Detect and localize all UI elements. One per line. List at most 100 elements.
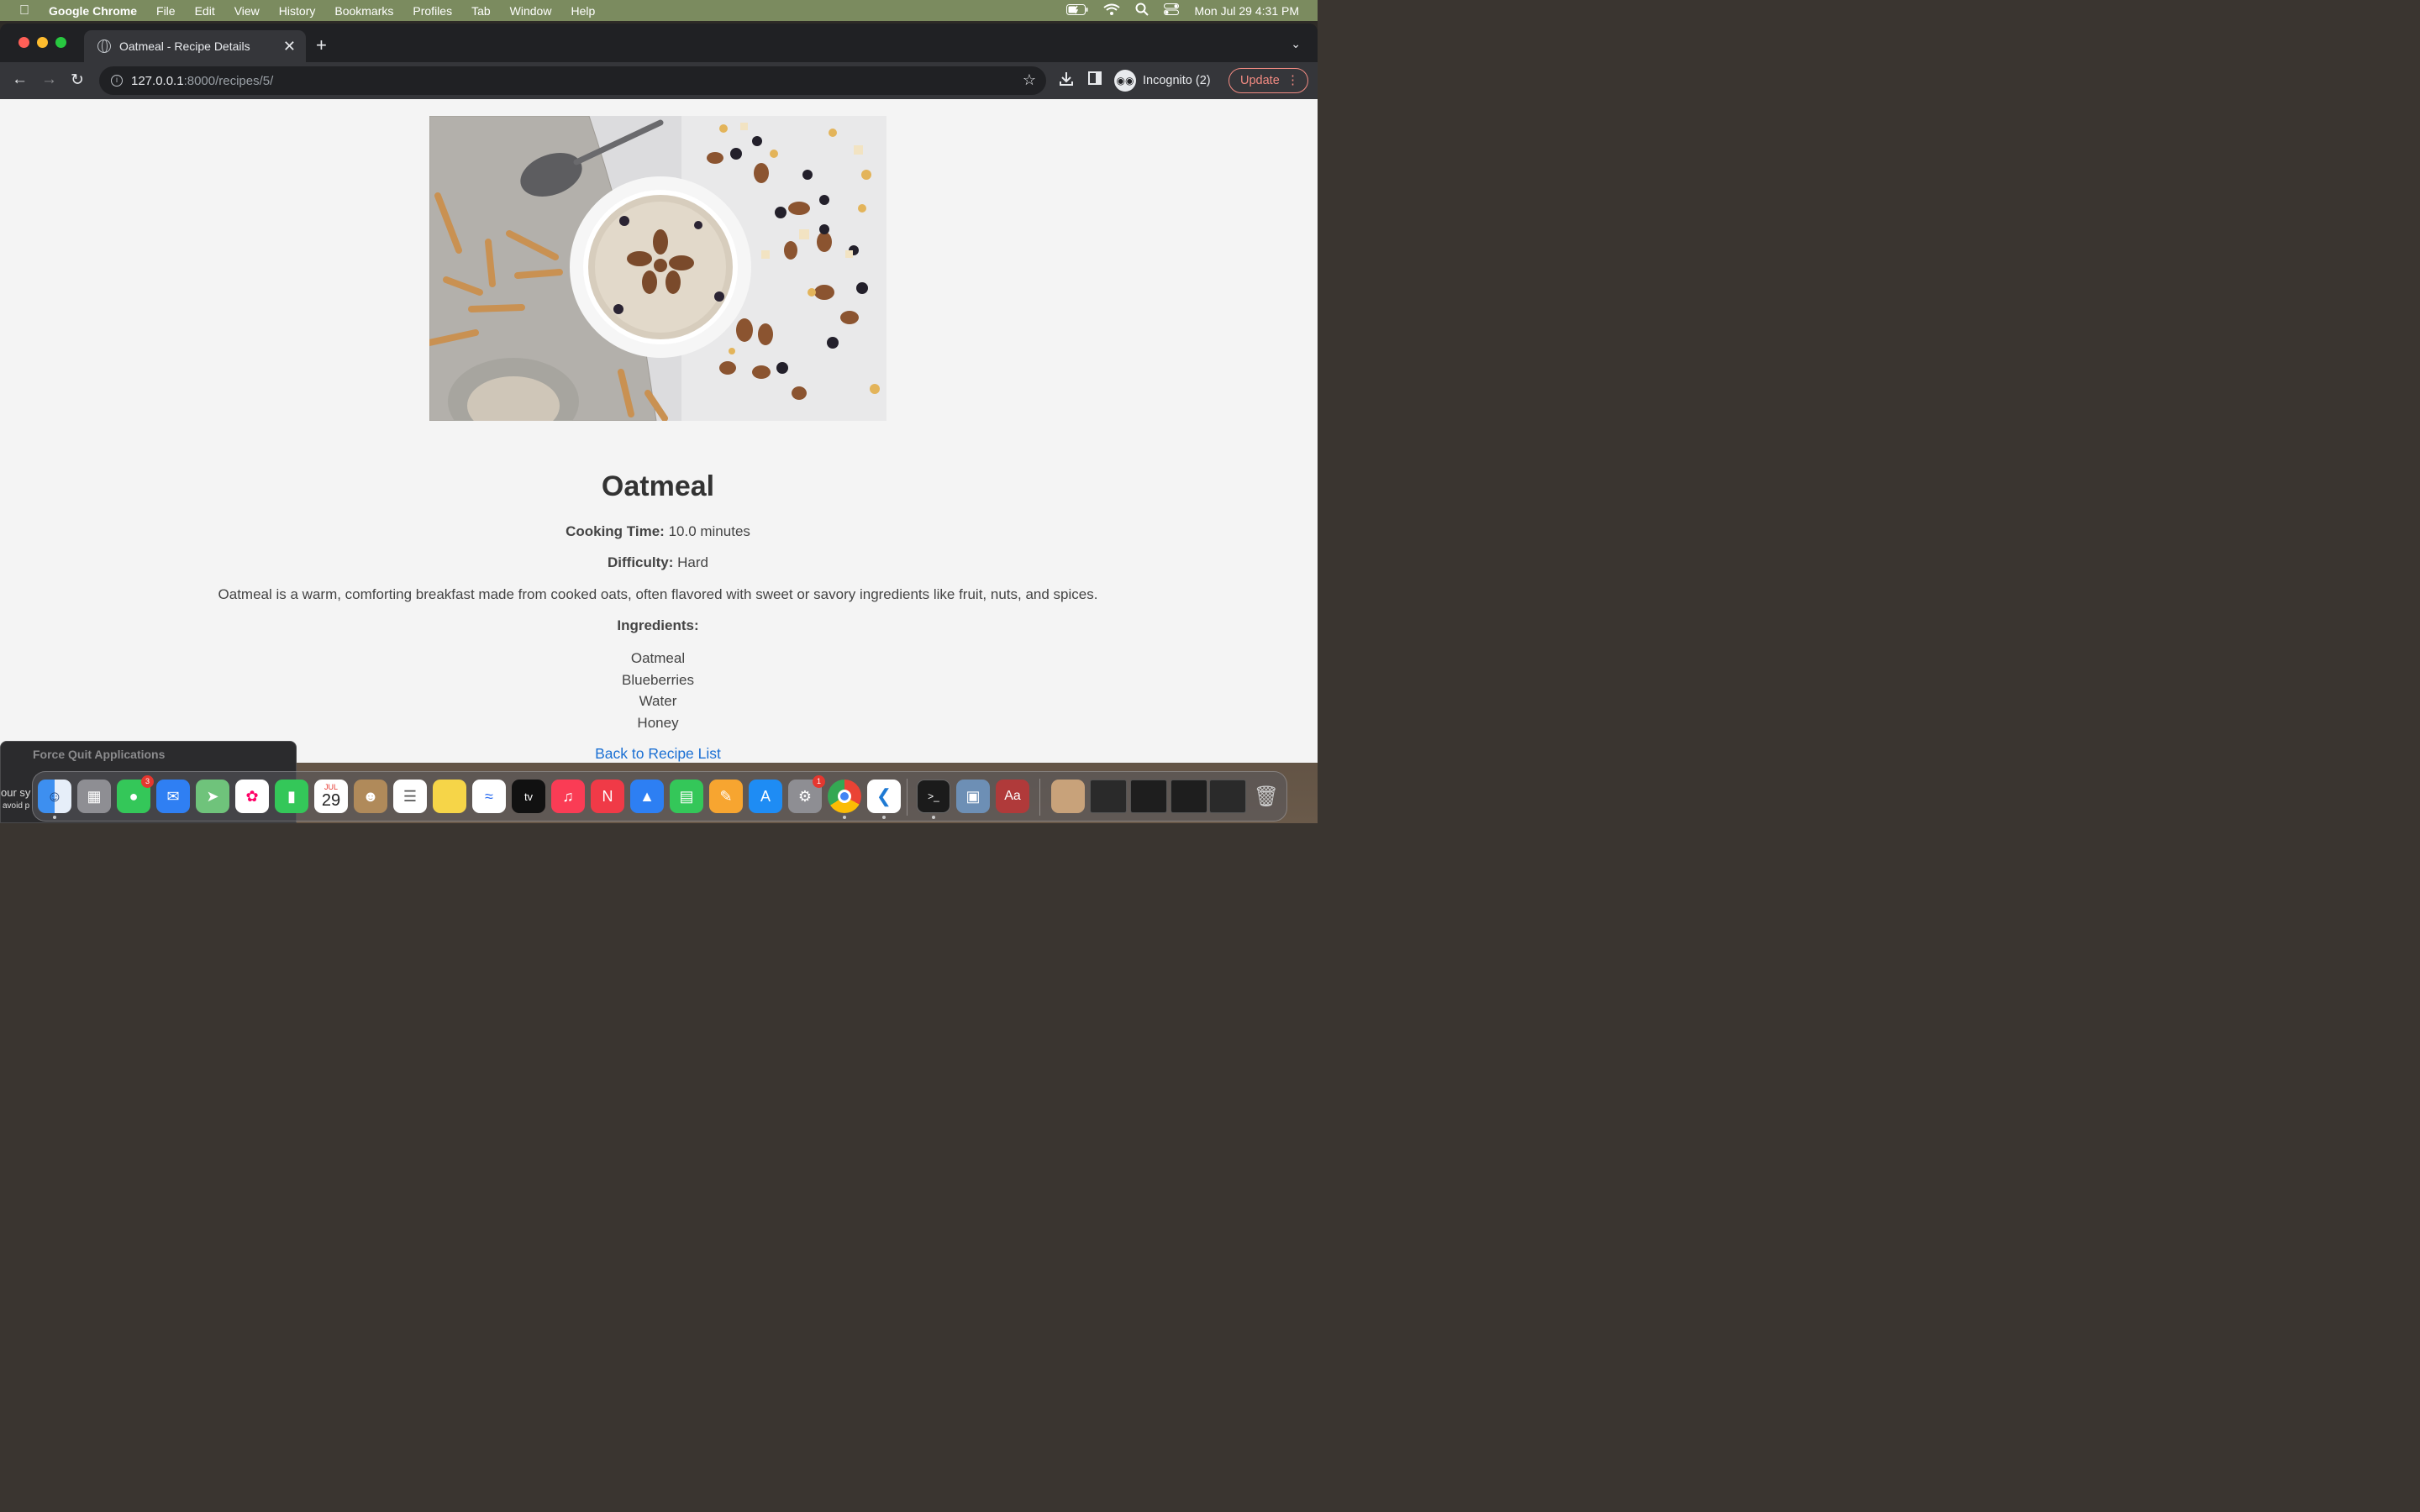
incognito-indicator[interactable]: ◉◉ Incognito (2) — [1114, 68, 1211, 93]
window-close-button[interactable] — [18, 37, 29, 48]
notes-icon[interactable] — [433, 780, 466, 813]
globe-icon — [97, 39, 111, 53]
minimized-window-thumbnail[interactable] — [1130, 780, 1167, 813]
menu-clock[interactable]: Mon Jul 29 4:31 PM — [1194, 4, 1299, 18]
running-indicator — [843, 816, 846, 819]
difficulty-line: Difficulty: Hard — [0, 554, 1316, 571]
window-maximize-button[interactable] — [55, 37, 66, 48]
photos-icon[interactable]: ✿ — [235, 780, 269, 813]
forward-arrow-icon[interactable]: → — [41, 71, 57, 89]
minimized-window-thumbnail[interactable] — [1209, 780, 1246, 813]
cooking-time-line: Cooking Time: 10.0 minutes — [0, 523, 1316, 540]
force-quit-title: Force Quit Applications — [33, 748, 166, 761]
app-store-icon[interactable]: A — [749, 780, 782, 813]
terminal-icon[interactable]: >_ — [917, 780, 950, 813]
maps-icon[interactable]: ➤ — [196, 780, 229, 813]
tab-search-chevron-icon[interactable]: ⌄ — [1291, 37, 1301, 51]
launchpad-icon[interactable]: ▦ — [77, 780, 111, 813]
tab-strip: Oatmeal - Recipe Details ✕ + ⌄ — [0, 24, 1318, 62]
freeform-icon[interactable]: ≈ — [472, 780, 506, 813]
pages-icon[interactable]: ✎ — [709, 780, 743, 813]
battery-icon[interactable] — [1066, 3, 1088, 18]
news-icon[interactable]: N — [591, 780, 624, 813]
settings-badge: 1 — [813, 775, 825, 788]
reminders-icon[interactable]: ☰ — [393, 780, 427, 813]
menu-app-name[interactable]: Google Chrome — [49, 4, 137, 18]
control-center-icon[interactable] — [1164, 3, 1180, 18]
back-arrow-icon[interactable]: ← — [12, 71, 28, 89]
apple-tv-icon[interactable]: tv — [512, 780, 545, 813]
chrome-icon[interactable] — [828, 780, 861, 813]
keynote-icon[interactable]: ▲ — [630, 780, 664, 813]
music-icon[interactable]: ♫ — [551, 780, 585, 813]
preview-icon[interactable]: ▣ — [956, 780, 990, 813]
vscode-icon[interactable]: ❮ — [867, 780, 901, 813]
spotlight-search-icon[interactable] — [1135, 3, 1150, 18]
page-viewport: Oatmeal Cooking Time: 10.0 minutes Diffi… — [0, 99, 1318, 763]
trash-icon[interactable]: 🗑 — [1249, 780, 1283, 813]
contacts-icon[interactable]: ☻ — [354, 780, 387, 813]
status-area: Mon Jul 29 4:31 PM — [1051, 0, 1318, 21]
messages-badge: 3 — [141, 775, 154, 788]
new-tab-button[interactable]: + — [316, 34, 327, 56]
ingredient-item: Water — [639, 693, 677, 710]
update-label: Update — [1240, 74, 1280, 87]
ingredients-heading: Ingredients: — [617, 617, 699, 633]
download-icon[interactable] — [1059, 71, 1074, 91]
tab-title: Oatmeal - Recipe Details — [119, 39, 250, 53]
running-indicator — [882, 816, 886, 819]
address-bar[interactable]: i 127.0.0.1:8000/recipes/5/ ☆ — [99, 66, 1046, 95]
menu-history[interactable]: History — [279, 4, 316, 18]
side-panel-icon[interactable] — [1088, 71, 1102, 89]
mail-icon[interactable]: ✉ — [156, 780, 190, 813]
calendar-month: JUL — [324, 782, 338, 791]
difficulty-label: Difficulty: — [608, 554, 674, 570]
dock: ☺ ▦ ● 3 ✉ ➤ ✿ ▮ JUL 29 ☻ ☰ ≈ tv ♫ N ▲ ▤ … — [32, 771, 1287, 822]
numbers-icon[interactable]: ▤ — [670, 780, 703, 813]
ingredient-item: Honey — [637, 715, 679, 732]
minimized-window-thumbnail[interactable] — [1171, 780, 1207, 813]
ingredient-item: Blueberries — [622, 671, 694, 688]
menu-view[interactable]: View — [234, 4, 260, 18]
minimized-window-thumbnail[interactable] — [1090, 780, 1127, 813]
messages-icon[interactable]: ● 3 — [117, 775, 154, 813]
menu-window[interactable]: Window — [510, 4, 552, 18]
system-settings-icon[interactable]: ⚙ 1 — [788, 775, 825, 813]
site-info-icon[interactable]: i — [111, 75, 123, 87]
browser-toolbar: ← → ↻ i 127.0.0.1:8000/recipes/5/ ☆ ◉◉ I… — [0, 62, 1318, 99]
force-quit-text: our sy — [1, 786, 31, 799]
reload-icon[interactable]: ↻ — [71, 71, 84, 90]
minimized-window-thumbnail[interactable] — [1051, 780, 1085, 813]
menu-help[interactable]: Help — [571, 4, 595, 18]
ingredient-item: Oatmeal — [630, 650, 686, 666]
facetime-icon[interactable]: ▮ — [275, 780, 308, 813]
dictionary-label: Aa — [1004, 789, 1021, 803]
recipe-description: Oatmeal is a warm, comforting breakfast … — [218, 586, 1098, 602]
kebab-menu-icon[interactable]: ⋮ — [1286, 72, 1299, 87]
menu-bookmarks[interactable]: Bookmarks — [334, 4, 393, 18]
finder-icon[interactable]: ☺ — [38, 780, 71, 813]
menu-edit[interactable]: Edit — [195, 4, 215, 18]
calendar-icon[interactable]: JUL 29 — [314, 780, 348, 813]
incognito-label: Incognito (2) — [1143, 74, 1211, 87]
menu-profiles[interactable]: Profiles — [413, 4, 452, 18]
url-host: 127.0.0.1 — [131, 73, 184, 88]
apple-menu-icon[interactable]:  — [0, 3, 49, 18]
difficulty-value: Hard — [677, 554, 708, 570]
wifi-icon[interactable] — [1103, 3, 1121, 18]
menu-file[interactable]: File — [156, 4, 176, 18]
menu-tab[interactable]: Tab — [471, 4, 491, 18]
tab-close-icon[interactable]: ✕ — [283, 38, 296, 55]
cooking-time-value: 10.0 minutes — [668, 523, 750, 539]
update-button[interactable]: Update ⋮ — [1228, 68, 1308, 93]
window-minimize-button[interactable] — [37, 37, 48, 48]
dictionary-icon[interactable]: Aa — [996, 780, 1029, 813]
dock-separator — [1039, 779, 1040, 816]
recipe-title: Oatmeal — [601, 470, 715, 502]
ingredients-list: Oatmeal Blueberries Water Honey — [0, 648, 1316, 734]
menu-bar:  Google Chrome File Edit View History B… — [0, 0, 1318, 21]
tab-active[interactable]: Oatmeal - Recipe Details ✕ — [84, 30, 306, 62]
running-indicator — [932, 816, 935, 819]
bookmark-star-icon[interactable]: ☆ — [1023, 71, 1036, 89]
cooking-time-label: Cooking Time: — [566, 523, 665, 539]
